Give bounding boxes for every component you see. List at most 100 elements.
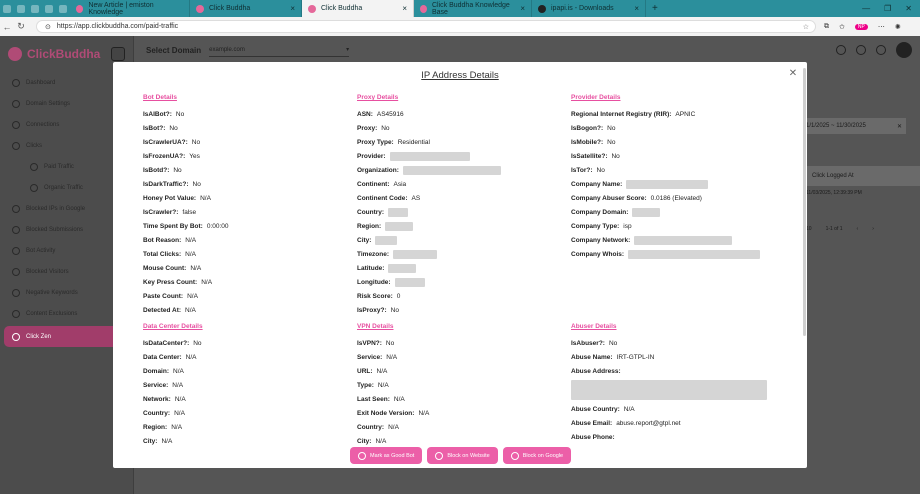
pinned-tab-icon[interactable] [59, 4, 67, 13]
avatar[interactable] [896, 42, 912, 58]
detail-row: Region: N/A [143, 420, 203, 434]
nav-icon [30, 162, 38, 171]
detail-value: No [192, 180, 201, 188]
detail-row: IsBogon?: No [571, 121, 760, 135]
close-icon[interactable]: ✕ [787, 68, 799, 80]
redacted-value [385, 221, 414, 231]
sidebar-item-label: Click Zen [26, 333, 52, 340]
pinned-tab-icon[interactable] [45, 4, 53, 13]
tab-actions-icon[interactable] [17, 4, 25, 13]
detail-value: No [607, 138, 616, 146]
modal-scrollbar[interactable] [803, 68, 806, 336]
close-tab-icon[interactable]: × [634, 4, 639, 13]
sidebar-item-label: Blocked Submissions [26, 226, 84, 233]
maximize-icon[interactable]: ❐ [884, 4, 891, 13]
close-window-icon[interactable]: ✕ [905, 4, 912, 13]
detail-key: City: [357, 236, 372, 244]
detail-key: Data Center: [143, 353, 182, 361]
more-menu-icon[interactable]: ⋯ [878, 23, 885, 31]
detail-row: Proxy Type: Residential [357, 135, 501, 149]
detail-row: Continent: Asia [357, 177, 501, 191]
detail-row: IsTor?: No [571, 163, 760, 177]
detail-key: Type: [357, 381, 374, 389]
detail-value: No [175, 110, 185, 118]
minimize-icon[interactable]: — [862, 4, 870, 13]
globe-icon[interactable] [856, 45, 866, 55]
detail-row: Honey Pot Value: N/A [143, 191, 229, 205]
block-on-google-button[interactable]: Block on Google [502, 447, 572, 464]
detail-value: No [381, 124, 390, 132]
detail-key: Detected At: [143, 306, 182, 314]
favorites-icon[interactable]: ✩ [839, 23, 845, 31]
detail-row: Proxy: No [357, 121, 501, 135]
detail-key: Company Network: [571, 236, 631, 244]
close-tab-icon[interactable]: × [520, 4, 525, 13]
address-bar[interactable]: ⊙ https://app.clickbuddha.com/paid-traff… [36, 20, 816, 33]
address-toolbar: ← ↻ ⊙ https://app.clickbuddha.com/paid-t… [0, 17, 920, 36]
browser-tab[interactable]: Click Buddha × [190, 0, 302, 17]
detail-key: Country: [357, 423, 385, 431]
block-on-website-button[interactable]: Block on Website [427, 447, 498, 464]
detail-row: ASN: AS45916 [357, 107, 501, 121]
profile-badge[interactable]: NP [854, 23, 868, 30]
detail-key: ASN: [357, 110, 373, 118]
column-header: Click Logged At [806, 166, 920, 186]
redacted-block [571, 380, 767, 400]
detail-row: IsVPN?: No [357, 336, 429, 350]
detail-row: Company Type: isp [571, 219, 760, 233]
detail-key: Abuse Phone: [571, 433, 615, 441]
detail-row: Abuse Name: IRT-GTPL-IN [571, 350, 767, 364]
browser-tab[interactable]: New Article | emiston Knowledge [70, 0, 190, 17]
detail-key: URL: [357, 367, 373, 375]
site-info-icon[interactable]: ⊙ [45, 23, 51, 31]
detail-value: isp [623, 222, 632, 230]
detail-row: Data Center: N/A [143, 350, 203, 364]
tab-favicon-icon [420, 4, 427, 13]
window-menu-icon[interactable] [3, 4, 11, 13]
pinned-tab-icon[interactable] [31, 4, 39, 13]
detail-key: IsCrawler?: [143, 208, 179, 216]
tab-favicon-icon [308, 4, 316, 13]
detail-row: Mouse Count: N/A [143, 261, 229, 275]
top-bar: Select Domain example.com ▾ [134, 36, 920, 64]
detail-row: Provider: [357, 149, 501, 163]
date-range-value: 1/1/2025 ~ 11/30/2025 [806, 123, 866, 129]
browser-tab-active[interactable]: Click Buddha × [302, 0, 414, 17]
close-tab-icon[interactable]: × [290, 4, 295, 13]
clear-date-icon[interactable]: ✕ [897, 123, 906, 130]
close-tab-icon[interactable]: × [402, 4, 407, 13]
detail-value: No [169, 124, 178, 132]
detail-value: N/A [185, 306, 196, 314]
detail-row: IsDarkTraffic?: No [143, 177, 229, 191]
domain-select[interactable]: example.com ▾ [209, 43, 350, 57]
extensions-icon[interactable]: ⧉ [824, 23, 829, 31]
detail-key: Proxy: [357, 124, 378, 132]
detail-row: Type: N/A [357, 378, 429, 392]
new-tab-button[interactable]: + [646, 3, 664, 14]
reload-icon[interactable]: ↻ [14, 21, 28, 32]
detail-key: Abuse Country: [571, 405, 620, 413]
mark-good-bot-button[interactable]: Mark as Good Bot [350, 447, 423, 464]
detail-value: No [607, 124, 616, 132]
nav-icon [12, 246, 20, 255]
menu-toggle-button[interactable] [111, 47, 125, 61]
prev-page-icon[interactable]: ‹ [857, 226, 859, 232]
bookmark-star-icon[interactable]: ☆ [803, 23, 809, 31]
search-icon[interactable] [836, 45, 846, 55]
nav-icon [12, 204, 20, 213]
detail-row: IsCrawler?: false [143, 205, 229, 219]
select-domain-label: Select Domain [146, 45, 202, 55]
detail-key: Key Press Count: [143, 278, 198, 286]
detail-row: Domain: N/A [143, 364, 203, 378]
browser-tab[interactable]: ipapi.is - Downloads × [532, 0, 646, 17]
sidebar-item-click-zen[interactable]: Click Zen [4, 326, 129, 347]
browser-tab[interactable]: Click Buddha Knowledge Base × [414, 0, 532, 17]
detail-row: Network: N/A [143, 392, 203, 406]
back-icon[interactable]: ← [0, 22, 14, 32]
notifications-bell-icon[interactable] [876, 45, 886, 55]
detail-row: Abuse Address: [571, 364, 767, 378]
date-range-picker[interactable]: 1/1/2025 ~ 11/30/2025 ✕ [802, 118, 906, 134]
copilot-icon[interactable]: ✺ [895, 23, 901, 31]
next-page-icon[interactable]: › [872, 226, 874, 232]
data-center-details-section: Data Center Details IsDataCenter?: No Data… [143, 323, 203, 448]
